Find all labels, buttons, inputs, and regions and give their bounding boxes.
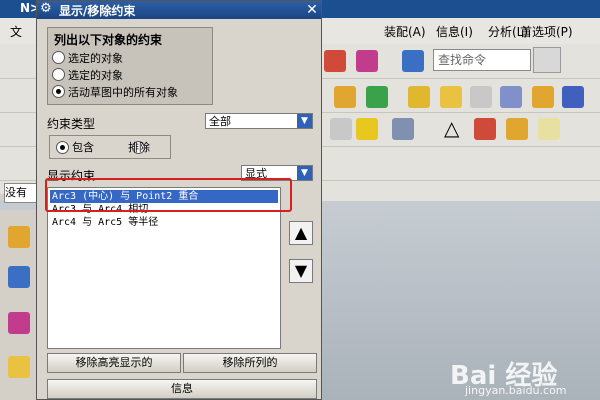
extrude-tool-icon[interactable] xyxy=(408,86,430,108)
list-constraints-group: 列出以下对象的约束 选定的对象 选定的对象 活动草图中的所有对象 xyxy=(47,27,213,105)
chevron-down-icon[interactable]: ▼ xyxy=(297,166,312,180)
radio-icon[interactable] xyxy=(52,51,65,64)
radio-icon[interactable] xyxy=(52,68,65,81)
include-label[interactable]: 包含 xyxy=(72,139,94,155)
include-radio-icon[interactable] xyxy=(56,141,69,154)
sketch-tool-icon[interactable] xyxy=(324,50,346,72)
menu-info[interactable]: 信息(I) xyxy=(436,23,473,40)
spring-tool-icon[interactable] xyxy=(330,118,352,140)
revolve-tool-icon[interactable] xyxy=(440,86,462,108)
move-down-button[interactable]: ▼ xyxy=(289,259,313,283)
triangle-icon[interactable]: △ xyxy=(444,116,459,140)
menu-file[interactable]: 文 xyxy=(10,23,22,40)
chevron-down-icon[interactable]: ▼ xyxy=(297,114,312,128)
selection-toolbar xyxy=(318,181,600,201)
include-exclude-group: 包含 排除 xyxy=(49,135,171,159)
dialog-title: 显示/移除约束 xyxy=(59,4,136,18)
radio-selected-object-2[interactable]: 选定的对象 xyxy=(52,67,123,83)
radio-selected-object-1[interactable]: 选定的对象 xyxy=(52,50,123,66)
remove-highlighted-button[interactable]: 移除高亮显示的 xyxy=(47,353,181,373)
radio-icon[interactable] xyxy=(52,85,65,98)
block-tool-icon[interactable] xyxy=(500,86,522,108)
watermark-url: jingyan.baidu.com xyxy=(465,384,567,397)
move-up-button[interactable]: ▲ xyxy=(289,221,313,245)
constraint-tool-icon[interactable] xyxy=(356,50,378,72)
part-navigator-icon[interactable] xyxy=(8,312,30,334)
menu-assembly[interactable]: 装配(A) xyxy=(384,23,426,40)
cylinder-tool-icon[interactable] xyxy=(532,86,554,108)
finish-tool-icon[interactable] xyxy=(402,50,424,72)
radio-all-in-sketch[interactable]: 活动草图中的所有对象 xyxy=(52,84,178,100)
gear-icon[interactable]: ⚙ xyxy=(40,2,54,16)
command-search-input[interactable]: 查找命令 xyxy=(433,49,531,71)
constraint-navigator-icon[interactable] xyxy=(8,266,30,288)
cube-tool-icon[interactable] xyxy=(334,86,356,108)
gears-icon[interactable] xyxy=(538,118,560,140)
table-icon[interactable] xyxy=(474,118,496,140)
dropdown-value: 全部 xyxy=(209,115,231,128)
radio-label: 选定的对象 xyxy=(68,52,123,65)
close-icon[interactable]: ✕ xyxy=(303,1,321,19)
remove-listed-button[interactable]: 移除所列的 xyxy=(183,353,317,373)
pattern-tool-icon[interactable] xyxy=(470,86,492,108)
radio-label: 活动草图中的所有对象 xyxy=(68,86,178,99)
grid-icon[interactable] xyxy=(506,118,528,140)
constraint-type-label: 约束类型 xyxy=(47,117,96,131)
library-icon[interactable] xyxy=(8,356,30,378)
selection-filter-combo[interactable]: 没有 xyxy=(4,183,40,203)
assembly-navigator-icon[interactable] xyxy=(8,226,30,248)
annotation-highlight-box xyxy=(45,178,292,212)
search-icon[interactable] xyxy=(533,47,561,73)
radio-label: 选定的对象 xyxy=(68,69,123,82)
exclude-label[interactable]: 排除 xyxy=(128,139,150,155)
menu-preferences[interactable]: 首选项(P) xyxy=(520,23,600,40)
chamfer-tool-icon[interactable] xyxy=(562,86,584,108)
constraint-type-dropdown[interactable]: 全部 ▼ xyxy=(205,113,313,129)
hole-tool-icon[interactable] xyxy=(366,86,388,108)
info-button[interactable]: 信息 xyxy=(47,379,317,399)
list-item[interactable]: Arc4 与 Arc5 等半径 xyxy=(50,216,278,229)
tool-icon[interactable] xyxy=(392,118,414,140)
group-title: 列出以下对象的约束 xyxy=(54,33,163,47)
coil-tool-icon[interactable] xyxy=(356,118,378,140)
